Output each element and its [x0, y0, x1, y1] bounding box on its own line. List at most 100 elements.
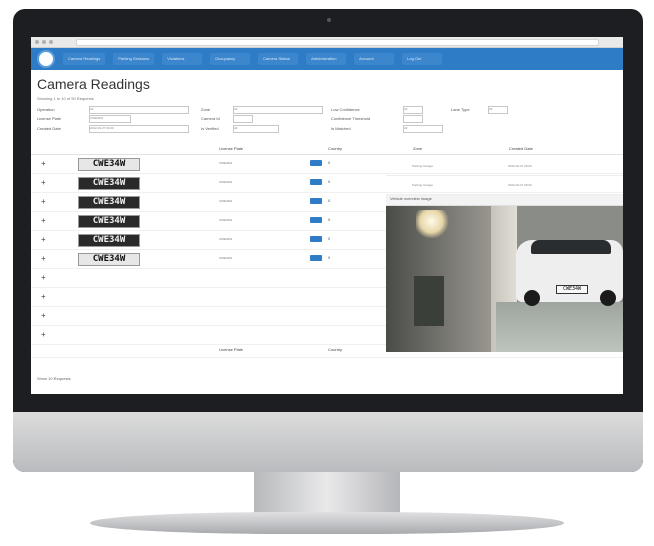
zone-label: Zone [201, 107, 211, 112]
license-plate-input[interactable]: CWE34W [89, 115, 131, 123]
is-matched-select[interactable]: All [403, 125, 443, 133]
created-date-input[interactable]: 2022-09-27 00:00 [89, 125, 189, 133]
monitor-stand-base [90, 512, 564, 534]
webcam-dot [327, 18, 331, 22]
country-cell: 0 [328, 255, 331, 260]
created-date-label: Created Date [37, 126, 61, 131]
nav-camera-status[interactable]: Camera Status [258, 53, 299, 65]
license-plate-cell: CWE34W [219, 237, 233, 241]
reading-detail-panel: Parking Garage 2022-09-27 09:00 Parking … [386, 157, 623, 394]
expand-row-icon[interactable]: + [41, 235, 49, 244]
expand-row-icon[interactable]: + [41, 216, 49, 225]
action-icons[interactable] [310, 255, 322, 261]
created-date-cell: 2022-09-27 09:00 [508, 183, 532, 187]
image-caption: Vehicle overview image [386, 195, 623, 206]
filter-panel: Operation All License Plate CWE34W Creat… [31, 104, 623, 144]
operation-label: Operation [37, 107, 55, 112]
image-ground [496, 302, 623, 352]
lane-type-select[interactable]: All [488, 106, 508, 114]
expand-row-icon[interactable]: + [41, 292, 49, 301]
top-navbar: Camera Readings Parking Sessions Violati… [31, 48, 623, 70]
plate-image: CWE34W [78, 215, 140, 228]
camera-id-label: Camera Id [201, 116, 220, 121]
nav-administration[interactable]: Administration [306, 53, 347, 65]
column-license-plate[interactable]: License Plate [219, 146, 243, 151]
license-plate-cell: CWE34W [219, 161, 233, 165]
action-icons[interactable] [310, 217, 322, 223]
image-car-wheel [524, 290, 540, 306]
table-header: License Plate Country Zone Created Date [31, 144, 623, 155]
action-icons[interactable] [310, 179, 322, 185]
nav-log-out[interactable]: Log Out [402, 53, 443, 65]
license-plate-cell: CWE34W [219, 180, 233, 184]
browser-toolbar [31, 37, 623, 48]
plate-image: CWE34W [78, 234, 140, 247]
column-zone[interactable]: Zone [413, 146, 422, 151]
action-icons[interactable] [310, 236, 322, 242]
is-verified-select[interactable]: All [233, 125, 279, 133]
plate-image: CWE34W [78, 177, 140, 190]
image-car-plate: CWE34W [556, 285, 588, 294]
screen: Camera Readings Parking Sessions Violati… [31, 37, 623, 394]
expand-row-icon[interactable]: + [41, 330, 49, 339]
image-car-windshield [531, 240, 611, 254]
zone-cell: Parking Garage [412, 164, 434, 168]
license-plate-cell: CWE34W [219, 256, 233, 260]
action-icons[interactable] [310, 160, 322, 166]
country-cell: 0 [328, 198, 331, 203]
footer-column-license-plate: License Plate [219, 347, 244, 352]
detail-row: Parking Garage 2022-09-27 09:00 [386, 176, 623, 195]
confidence-threshold-label: Confidence Threshold [331, 116, 371, 121]
license-plate-label: License Plate [37, 116, 62, 121]
image-barrier-box [414, 276, 444, 326]
nav-parking-sessions[interactable]: Parking Sessions [113, 53, 155, 65]
license-plate-cell: CWE34W [219, 199, 233, 203]
country-cell: 0 [328, 217, 331, 222]
monitor-chin [13, 412, 643, 472]
created-date-cell: 2022-09-27 09:00 [508, 164, 532, 168]
expand-row-icon[interactable]: + [41, 178, 49, 187]
country-cell: 0 [328, 236, 331, 241]
address-bar[interactable] [76, 38, 599, 46]
browser-minimize-icon[interactable] [42, 40, 46, 44]
action-icons[interactable] [310, 198, 322, 204]
nav-camera-readings[interactable]: Camera Readings [63, 53, 106, 65]
lane-type-label: Lane Type [451, 107, 470, 112]
results-summary: Showing 1 to 10 of 90 Requests [37, 96, 94, 101]
low-confidence-select[interactable]: All [403, 106, 423, 114]
expand-row-icon[interactable]: + [41, 197, 49, 206]
plate-image: CWE34W [78, 196, 140, 209]
country-cell: 0 [328, 179, 331, 184]
zone-select[interactable]: All [233, 106, 323, 114]
low-confidence-label: Low Confidence [331, 107, 360, 112]
plate-image: CWE34W [78, 253, 140, 266]
nav-account[interactable]: Account [354, 53, 395, 65]
column-created-date[interactable]: Created Date [509, 146, 533, 151]
image-lamp-glare [416, 210, 450, 238]
page-size-control[interactable]: Show 10 Requests [37, 376, 71, 381]
expand-row-icon[interactable]: + [41, 254, 49, 263]
browser-maximize-icon[interactable] [49, 40, 53, 44]
footer-column-country: Country [328, 347, 343, 352]
operation-select[interactable]: All [89, 106, 189, 114]
browser-close-icon[interactable] [35, 40, 39, 44]
vehicle-overview-image[interactable]: CWE34W [386, 206, 623, 352]
country-cell: 0 [328, 160, 331, 165]
is-matched-label: Is Matched [331, 126, 351, 131]
nav-occupancy[interactable]: Occupancy [210, 53, 251, 65]
expand-row-icon[interactable]: + [41, 311, 49, 320]
image-car-wheel [600, 290, 616, 306]
plate-image: CWE34W [78, 158, 140, 171]
nav-violations[interactable]: Violations [162, 53, 203, 65]
detail-row: Parking Garage 2022-09-27 09:00 [386, 157, 623, 176]
page-title: Camera Readings [37, 76, 150, 92]
zone-cell: Parking Garage [412, 183, 434, 187]
camera-id-input[interactable] [233, 115, 253, 123]
is-verified-label: Is Verified [201, 126, 219, 131]
expand-row-icon[interactable]: + [41, 273, 49, 282]
license-plate-cell: CWE34W [219, 218, 233, 222]
app-logo[interactable] [37, 50, 55, 68]
column-country[interactable]: Country [328, 146, 342, 151]
confidence-threshold-input[interactable] [403, 115, 423, 123]
expand-row-icon[interactable]: + [41, 159, 49, 168]
